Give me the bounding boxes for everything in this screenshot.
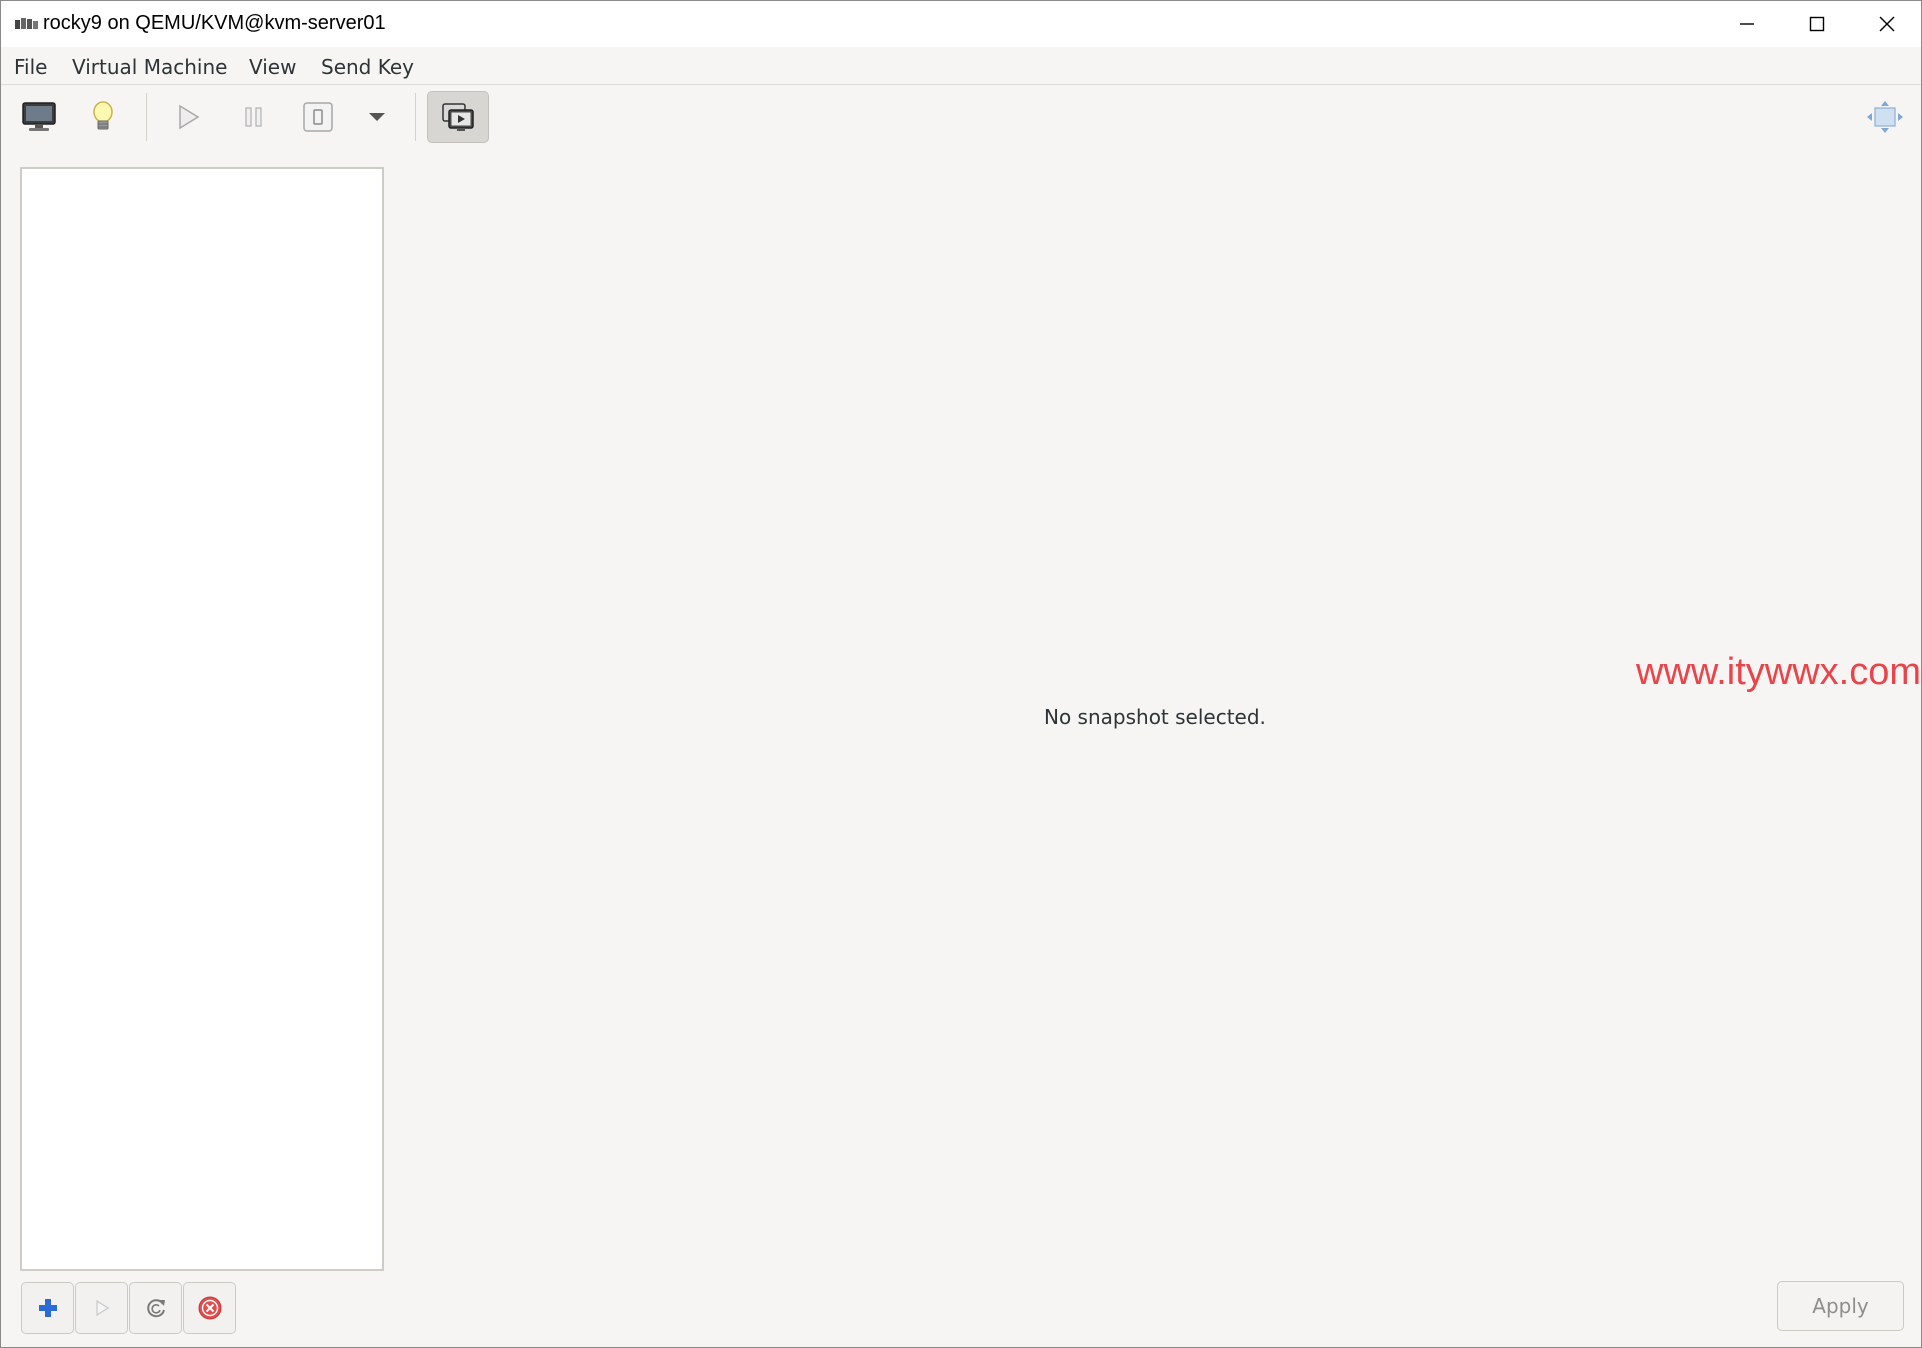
pause-button[interactable] [228, 91, 280, 143]
maximize-button[interactable] [1782, 1, 1852, 47]
menu-file[interactable]: File [14, 55, 47, 79]
fullscreen-button[interactable] [1859, 91, 1911, 143]
shutdown-icon [303, 102, 333, 132]
menu-virtual-machine[interactable]: Virtual Machine [72, 55, 227, 79]
toolbar-separator [415, 93, 416, 141]
minimize-icon [1740, 23, 1754, 25]
toolbar-separator [146, 93, 147, 141]
fullscreen-icon [1867, 101, 1903, 133]
run-button[interactable] [162, 91, 214, 143]
virt-manager-icon [15, 18, 38, 29]
console-monitor-icon [22, 102, 56, 131]
menu-bar: File Virtual Machine View Send Key [1, 47, 1921, 85]
maximize-icon [1809, 16, 1825, 32]
window-title: rocky9 on QEMU/KVM@kvm-server01 [43, 12, 386, 34]
details-lightbulb-icon [93, 101, 113, 130]
add-snapshot-button[interactable] [21, 1282, 74, 1334]
apply-button[interactable]: Apply [1777, 1281, 1904, 1331]
run-snapshot-icon [95, 1299, 109, 1317]
snapshots-icon [442, 103, 474, 131]
minimize-button[interactable] [1712, 1, 1782, 47]
snapshots-button[interactable] [427, 91, 489, 143]
details-button[interactable] [77, 91, 129, 143]
run-play-icon [179, 104, 200, 130]
run-snapshot-button[interactable] [75, 1282, 128, 1334]
refresh-icon [146, 1299, 165, 1318]
snapshot-list[interactable] [20, 167, 384, 1271]
title-bar[interactable]: rocky9 on QEMU/KVM@kvm-server01 [1, 1, 1921, 47]
menu-send-key[interactable]: Send Key [321, 55, 414, 79]
console-button[interactable] [13, 91, 65, 143]
delete-snapshot-button[interactable] [183, 1282, 236, 1334]
close-button[interactable] [1852, 1, 1922, 47]
pause-icon [245, 107, 262, 127]
shutdown-menu-button[interactable] [351, 91, 403, 143]
shutdown-menu-chevron-icon [369, 113, 385, 121]
refresh-snapshots-button[interactable] [129, 1282, 182, 1334]
add-snapshot-icon [38, 1299, 57, 1317]
shutdown-button[interactable] [292, 91, 344, 143]
menu-view[interactable]: View [249, 55, 296, 79]
delete-snapshot-icon [198, 1296, 221, 1320]
toolbar [1, 85, 1921, 149]
watermark: www.itywwx.com [1636, 651, 1922, 693]
no-snapshot-message: No snapshot selected. [1044, 705, 1266, 729]
close-icon [1879, 16, 1895, 32]
virt-manager-window: rocky9 on QEMU/KVM@kvm-server01 File Vir… [0, 0, 1922, 1348]
